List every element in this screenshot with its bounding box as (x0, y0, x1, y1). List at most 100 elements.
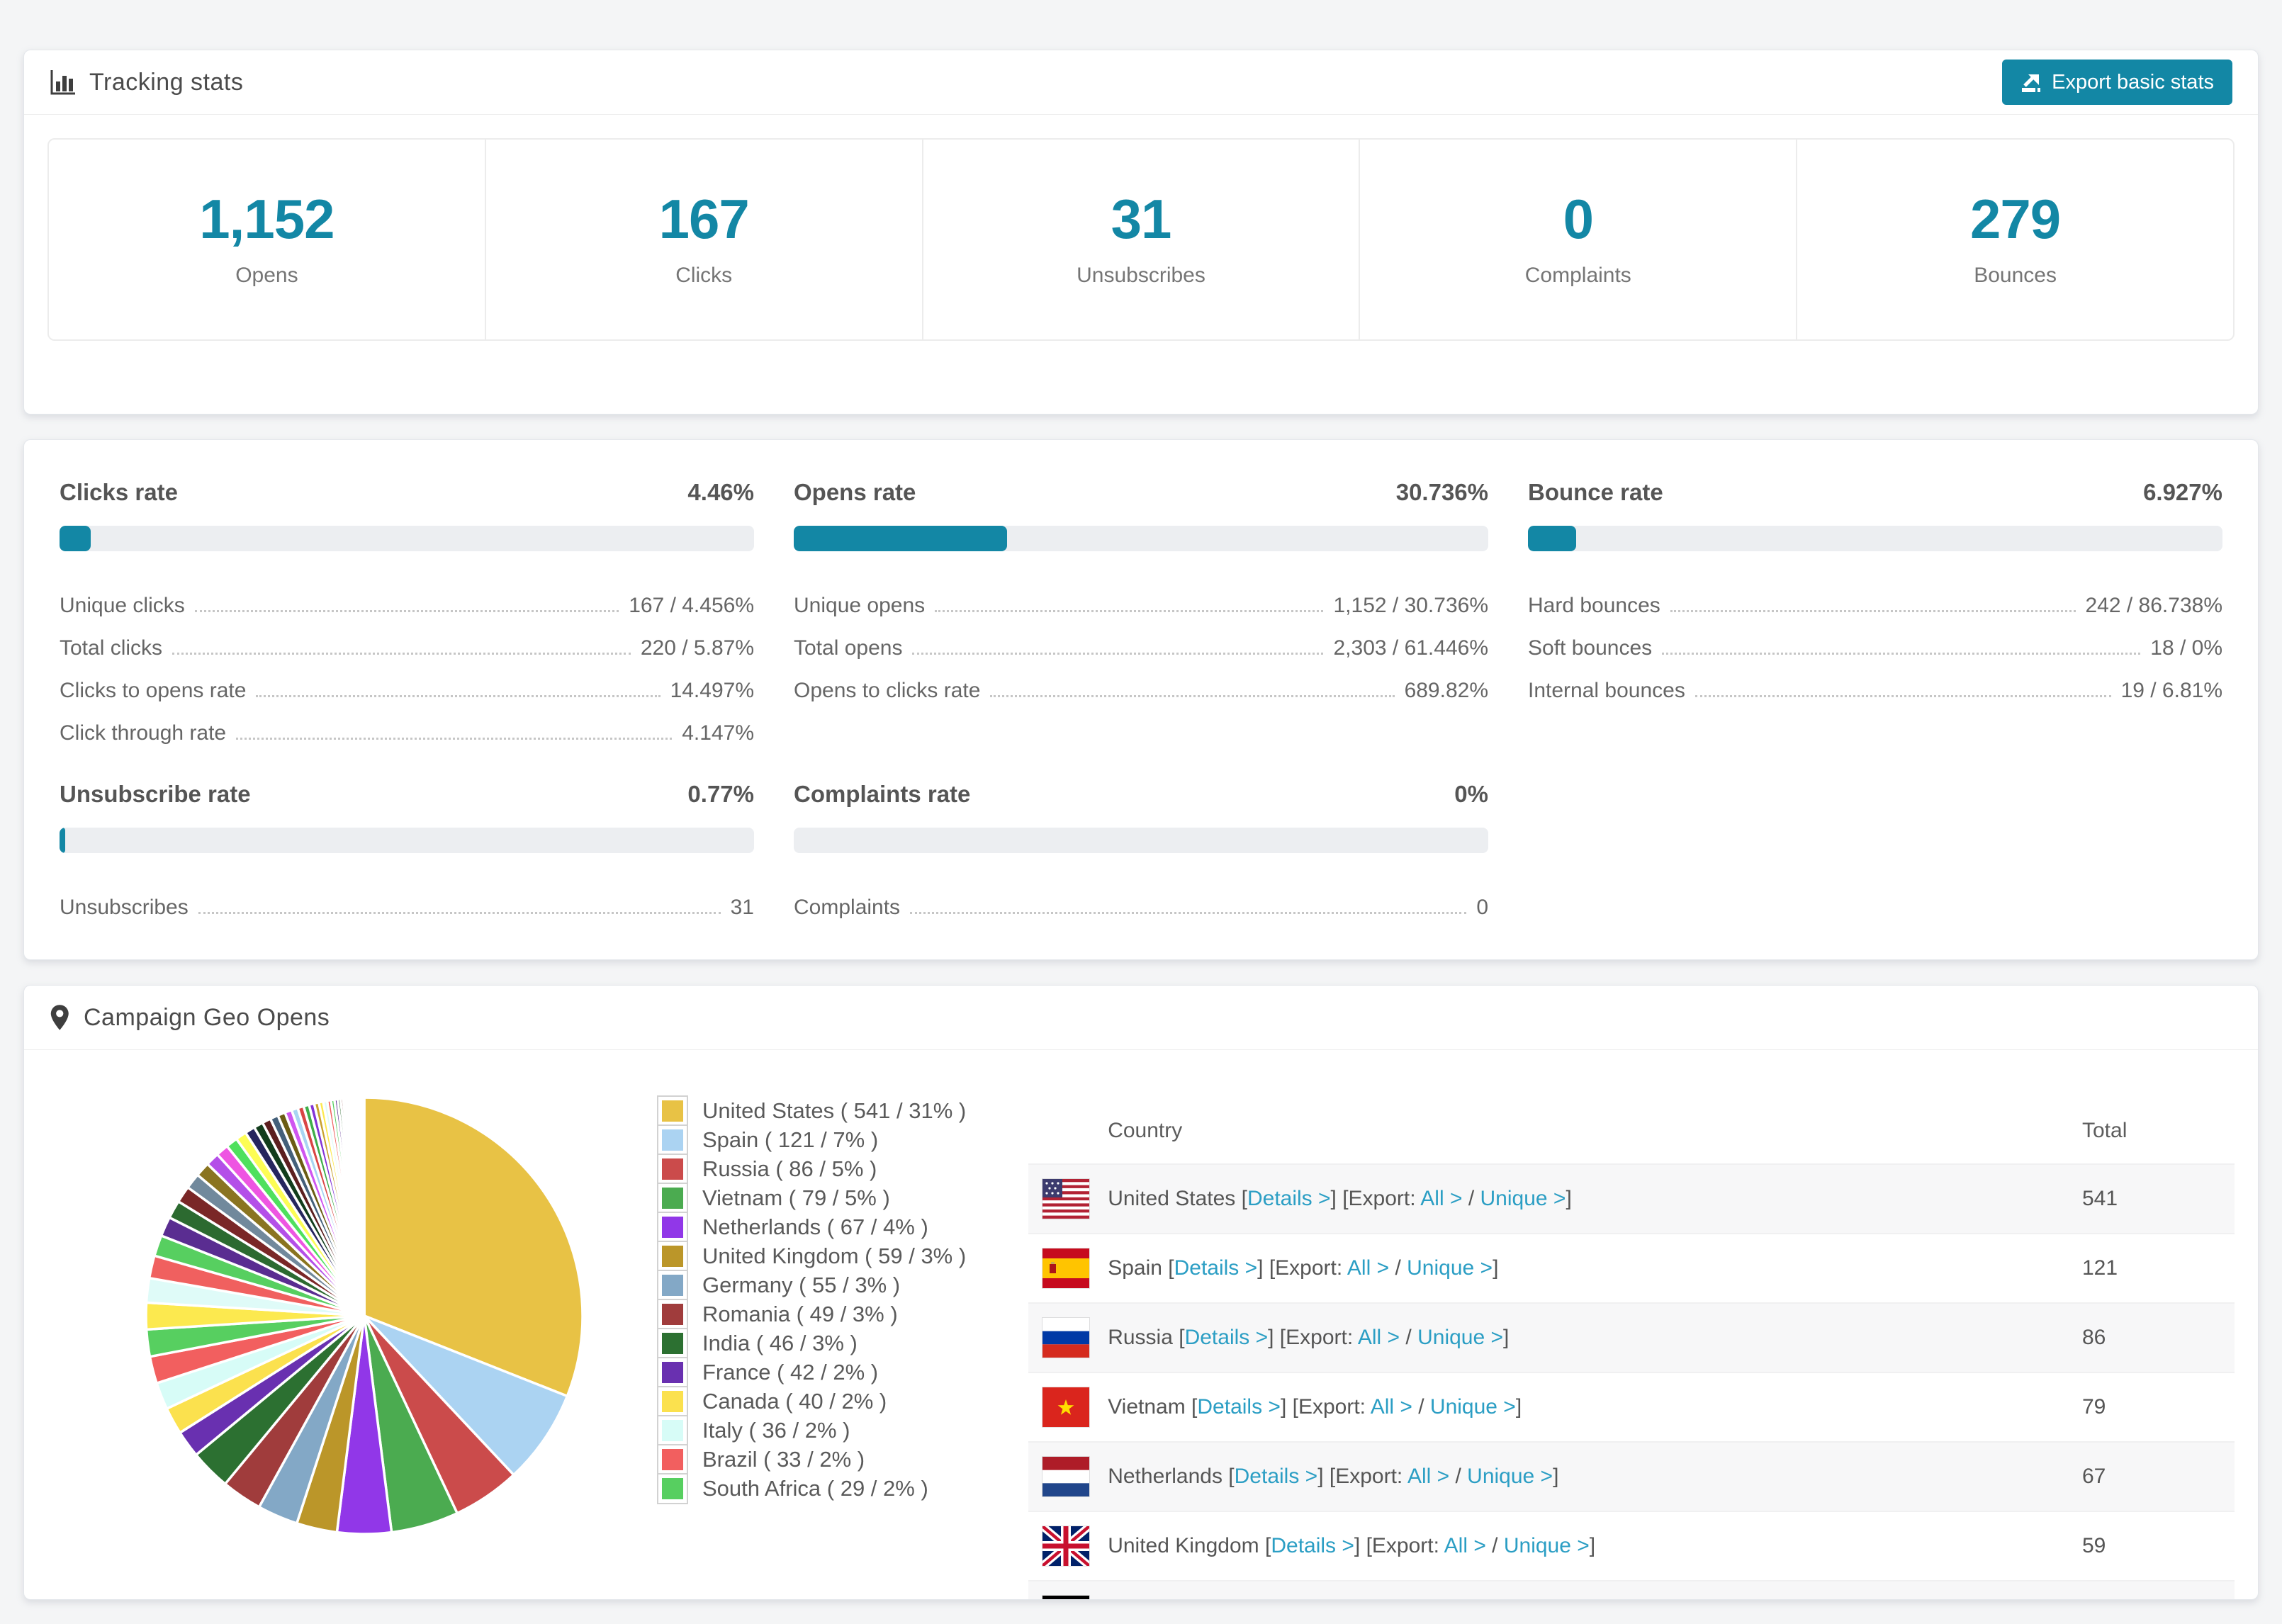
country-cell: Vietnam [Details >] [Export: All > / Uni… (1028, 1387, 2082, 1427)
progress-bar-fill (794, 526, 1008, 551)
us-flag-icon (1042, 1179, 1090, 1219)
rate-percent: 0.77% (687, 781, 754, 807)
export-unique-link[interactable]: Unique > (1480, 1187, 1566, 1210)
legend-swatch (658, 1096, 687, 1125)
rate-percent: 0% (1454, 781, 1488, 807)
export-all-link[interactable]: All > (1371, 1395, 1412, 1419)
legend-label: France ( 42 / 2% ) (702, 1359, 879, 1385)
legend-item-canada: Canada ( 40 / 2% ) (658, 1387, 966, 1416)
rate-section-head: Unsubscribe rate 0.77% (60, 781, 754, 808)
stat-label: Clicks (675, 264, 733, 287)
tracking-stats-header: Tracking stats Export basic stats (24, 50, 2258, 115)
table-row-de: Germany [Details >] [Export: All > / Uni… (1028, 1580, 2235, 1599)
geo-pie-chart (141, 1093, 588, 1539)
export-all-link[interactable]: All > (1444, 1534, 1486, 1557)
legend-label: Spain ( 121 / 7% ) (702, 1127, 879, 1152)
details-link[interactable]: Details > (1271, 1534, 1354, 1557)
stat-line-label: Opens to clicks rate (794, 679, 981, 702)
details-link[interactable]: Details > (1174, 1256, 1258, 1280)
export-all-link[interactable]: All > (1407, 1465, 1449, 1488)
rate-rows: Unique opens 1,152 / 30.736% Total opens 2,… (794, 577, 1488, 704)
country-links: Spain [Details >] [Export: All > / Uniqu… (1108, 1256, 1499, 1280)
legend-item-india: India ( 46 / 3% ) (658, 1329, 966, 1358)
legend-swatch (658, 1183, 687, 1212)
stat-box-complaints: 0 Complaints (1359, 140, 1796, 339)
legend-swatch (658, 1299, 687, 1329)
legend-label: Romania ( 49 / 3% ) (702, 1301, 898, 1326)
legend-swatch (658, 1154, 687, 1183)
export-all-link[interactable]: All > (1420, 1187, 1462, 1210)
legend-item-brazil: Brazil ( 33 / 2% ) (658, 1445, 966, 1474)
stat-line-label: Internal bounces (1528, 679, 1685, 702)
export-unique-link[interactable]: Unique > (1430, 1395, 1516, 1419)
stat-line-value: 220 / 5.87% (640, 636, 754, 660)
total-cell: 79 (2082, 1395, 2106, 1419)
progress-bar (60, 526, 754, 551)
rate-section-head: Complaints rate 0% (794, 781, 1488, 808)
legend-item-south-africa: South Africa ( 29 / 2% ) (658, 1474, 966, 1503)
progress-bar (60, 828, 754, 853)
tracking-stats-card: Tracking stats Export basic stats 1,152 O… (23, 50, 2259, 415)
export-unique-link[interactable]: Unique > (1407, 1256, 1493, 1280)
export-icon (2020, 72, 2042, 93)
rate-section-unsubscribe-rate: Unsubscribe rate 0.77% Unsubscribes 31 (60, 781, 754, 921)
legend-label: South Africa ( 29 / 2% ) (702, 1475, 928, 1501)
stat-line-label: Unique clicks (60, 594, 185, 617)
table-row-gb: United Kingdom [Details >] [Export: All … (1028, 1511, 2235, 1580)
export-unique-link[interactable]: Unique > (1504, 1534, 1590, 1557)
stat-line-label: Soft bounces (1528, 636, 1653, 660)
total-cell: 86 (2082, 1326, 2106, 1349)
export-unique-link[interactable]: Unique > (1467, 1465, 1553, 1488)
legend-label: Italy ( 36 / 2% ) (702, 1417, 850, 1443)
table-row-es: Spain [Details >] [Export: All > / Uniqu… (1028, 1233, 2235, 1302)
dotted-leader (1662, 653, 2141, 655)
country-name: Spain [ (1108, 1256, 1174, 1280)
rates-grid-top: Clicks rate 4.46% Unique clicks 167 / 4.456… (60, 479, 2222, 747)
rate-section-bounce-rate: Bounce rate 6.927% Hard bounces 242 / 86.73… (1528, 479, 2222, 747)
legend-swatch (658, 1241, 687, 1270)
legend-label: Brazil ( 33 / 2% ) (702, 1446, 865, 1472)
export-all-link[interactable]: All > (1358, 1326, 1400, 1349)
table-row-us: United States [Details >] [Export: All >… (1028, 1163, 2235, 1233)
details-link[interactable]: Details > (1197, 1395, 1281, 1419)
geo-table-header: Country Total (1028, 1098, 2235, 1163)
country-links: Netherlands [Details >] [Export: All > /… (1108, 1465, 1559, 1488)
rate-percent: 30.736% (1395, 479, 1488, 505)
stat-line: Unique opens 1,152 / 30.736% (794, 577, 1488, 619)
country-cell: Netherlands [Details >] [Export: All > /… (1028, 1457, 2082, 1496)
stat-label: Complaints (1524, 264, 1631, 287)
dotted-leader (256, 695, 661, 697)
rate-title: Opens rate (794, 479, 916, 505)
stat-line-value: 19 / 6.81% (2120, 679, 2222, 702)
legend-swatch (658, 1329, 687, 1358)
stat-line-label: Total clicks (60, 636, 163, 660)
stat-line-label: Unsubscribes (60, 896, 189, 919)
stat-value: 279 (1970, 188, 2061, 250)
es-flag-icon (1042, 1248, 1090, 1288)
stat-label: Opens (235, 264, 298, 287)
gb-flag-icon (1042, 1526, 1090, 1566)
details-link[interactable]: Details > (1235, 1465, 1318, 1488)
rate-section-opens-rate: Opens rate 30.736% Unique opens 1,152 / 30.… (794, 479, 1488, 747)
country-links: United States [Details >] [Export: All >… (1108, 1187, 1572, 1210)
legend-item-russia: Russia ( 86 / 5% ) (658, 1154, 966, 1183)
legend-label: India ( 46 / 3% ) (702, 1330, 858, 1355)
stat-value: 1,152 (199, 188, 335, 250)
stat-value: 167 (658, 188, 750, 250)
legend-label: Germany ( 55 / 3% ) (702, 1272, 901, 1297)
stat-line: Clicks to opens rate 14.497% (60, 662, 754, 704)
dashboard-page: Tracking stats Export basic stats 1,152 O… (0, 0, 2282, 1624)
stat-line-value: 1,152 / 30.736% (1333, 594, 1488, 617)
details-link[interactable]: Details > (1247, 1187, 1331, 1210)
export-all-link[interactable]: All > (1347, 1256, 1389, 1280)
stat-line-value: 4.147% (682, 721, 754, 745)
progress-bar-fill (60, 526, 91, 551)
dotted-leader (198, 912, 721, 914)
export-basic-stats-button[interactable]: Export basic stats (2002, 60, 2232, 105)
export-unique-link[interactable]: Unique > (1417, 1326, 1503, 1349)
dotted-leader (194, 610, 619, 612)
details-link[interactable]: Details > (1185, 1326, 1269, 1349)
total-column-header: Total (2082, 1119, 2128, 1142)
legend-label: Vietnam ( 79 / 5% ) (702, 1185, 890, 1210)
stat-line-value: 689.82% (1404, 679, 1488, 702)
